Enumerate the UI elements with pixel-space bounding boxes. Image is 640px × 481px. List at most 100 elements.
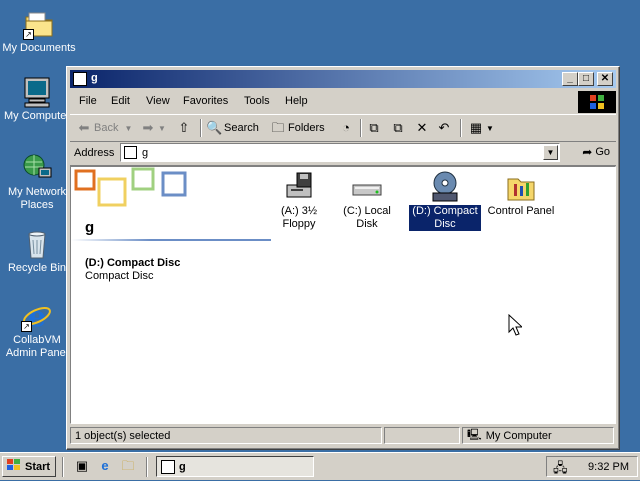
desktop-icon-collabvm-admin[interactable]: e ↗ CollabVM Admin Panel: [0, 300, 75, 360]
windows-flag-icon: [6, 458, 22, 475]
move-to-button[interactable]: ⧉: [366, 120, 382, 136]
folder-icon: ↗: [23, 8, 55, 40]
item-floppy-drive[interactable]: (A:) 3½ Floppy: [263, 171, 335, 231]
item-label: (C:) Local Disk: [343, 205, 391, 230]
item-compact-disc[interactable]: (D:) Compact Disc: [408, 171, 482, 232]
item-label: Control Panel: [487, 205, 555, 217]
close-button[interactable]: ✕: [597, 72, 613, 86]
standard-toolbar: ⬅ Back ▼ ➡ ▼ ⇧ 🔍 Search 🗀 Folders ◔ ⧉ ⧉: [70, 114, 616, 142]
explorer-folder-icon[interactable]: 🗀: [120, 458, 136, 474]
clock[interactable]: 9:32 PM: [588, 461, 629, 473]
menu-file[interactable]: File: [79, 95, 97, 107]
folder-banner-graphic: [71, 167, 191, 220]
move-to-icon: ⧉: [369, 120, 379, 135]
menu-bar: File Edit View Favorites Tools Help: [70, 90, 616, 112]
folder-up-icon: ⇧: [178, 120, 190, 135]
folder-window-icon: [161, 459, 175, 474]
status-selection-count: 1 object(s) selected: [70, 427, 382, 444]
menu-help[interactable]: Help: [285, 95, 308, 107]
folder-title: g: [85, 219, 95, 236]
menu-tools[interactable]: Tools: [244, 95, 270, 107]
status-zone: 🖳 My Computer: [462, 427, 614, 444]
address-bar: Address g ▼ ➦ Go: [70, 141, 616, 166]
folder-content-pane[interactable]: g (D:) Compact Disc Compact Disc (A:) 3½…: [70, 166, 616, 424]
shortcut-arrow-icon: ↗: [21, 321, 32, 332]
window-title: g: [91, 72, 98, 84]
desktop-icon-label: Recycle Bin: [7, 262, 67, 274]
item-local-disk[interactable]: (C:) Local Disk: [331, 171, 403, 231]
control-panel-icon: [505, 171, 537, 203]
chevron-down-icon: ▼: [124, 123, 133, 133]
search-icon: 🔍: [206, 120, 223, 135]
taskbar: Start ▣ e 🗀 g 🖧 9:32 PM: [0, 452, 640, 480]
toolbar-separator: [360, 119, 362, 137]
taskbar-window-button[interactable]: g: [156, 456, 314, 477]
menu-edit[interactable]: Edit: [111, 95, 130, 107]
hard-disk-icon: [351, 171, 383, 203]
menu-view[interactable]: View: [146, 95, 170, 107]
desktop-icon-label: My Network Places: [7, 186, 67, 211]
desktop-icon-my-documents[interactable]: ↗ My Documents: [1, 8, 77, 55]
go-button[interactable]: ➦ Go: [582, 145, 610, 159]
delete-button[interactable]: ✕: [414, 120, 430, 136]
title-divider: [71, 239, 271, 241]
address-dropdown-button[interactable]: ▼: [543, 145, 558, 160]
toolbar-separator: [146, 457, 148, 477]
minimize-button[interactable]: _: [562, 72, 578, 86]
internet-explorer-icon: e ↗: [21, 300, 53, 333]
delete-x-icon: ✕: [416, 120, 428, 135]
cd-drive-icon: [429, 171, 461, 203]
item-control-panel[interactable]: Control Panel: [485, 171, 557, 218]
toolbar-separator: [460, 119, 462, 137]
forward-button[interactable]: ➡ ▼: [140, 120, 166, 136]
folders-button[interactable]: 🗀 Folders: [270, 120, 324, 136]
desktop-icon-label: My Computer: [3, 110, 71, 122]
windows-logo-icon: [578, 91, 616, 113]
undo-button[interactable]: ↶: [436, 120, 452, 136]
copy-to-icon: ⧉: [393, 120, 403, 135]
back-arrow-icon: ⬅: [78, 120, 90, 135]
history-button[interactable]: ◔: [338, 120, 354, 136]
views-grid-icon: ▦: [469, 120, 483, 135]
desktop-icon-label: My Documents: [2, 42, 76, 54]
desktop-icon-recycle-bin[interactable]: Recycle Bin: [0, 228, 75, 275]
status-bar: 1 object(s) selected 🖳 My Computer: [70, 427, 616, 445]
address-input[interactable]: g ▼: [120, 143, 560, 162]
recycle-bin-icon: [21, 228, 53, 260]
system-tray: 🖧 9:32 PM: [546, 456, 638, 477]
desktop-icon-network-places[interactable]: My Network Places: [0, 152, 75, 212]
toolbar-separator: [200, 119, 202, 137]
selected-item-type: Compact Disc: [85, 270, 154, 282]
start-button[interactable]: Start: [2, 456, 56, 477]
item-label: (D:) Compact Disc: [408, 204, 482, 232]
address-value: g: [142, 147, 149, 159]
shortcut-arrow-icon: ↗: [23, 29, 34, 40]
item-label: (A:) 3½ Floppy: [280, 205, 318, 230]
copy-to-button[interactable]: ⧉: [390, 120, 406, 136]
undo-icon: ↶: [438, 120, 450, 135]
desktop-icon-my-computer[interactable]: My Computer: [0, 76, 75, 123]
chevron-down-icon: ▼: [158, 123, 166, 133]
title-bar[interactable]: g _ □ ✕: [70, 70, 616, 88]
back-button[interactable]: ⬅ Back ▼: [76, 120, 133, 136]
search-button[interactable]: 🔍 Search: [206, 120, 259, 136]
computer-icon: [21, 76, 53, 108]
address-label: Address: [74, 147, 115, 159]
folder-window-icon: [73, 72, 87, 86]
menu-favorites[interactable]: Favorites: [183, 95, 228, 107]
selected-item-name: (D:) Compact Disc: [85, 257, 181, 269]
maximize-button[interactable]: □: [578, 72, 594, 86]
show-desktop-icon[interactable]: ▣: [74, 458, 90, 474]
history-icon: ◔: [342, 120, 350, 135]
network-globe-icon: [21, 152, 53, 184]
floppy-drive-icon: [283, 171, 315, 203]
views-button[interactable]: ▦ ▼: [468, 120, 494, 136]
chevron-down-icon: ▼: [486, 123, 494, 133]
status-spacer: [384, 427, 460, 444]
toolbar-separator: [62, 457, 64, 477]
network-tray-icon[interactable]: 🖧: [553, 459, 568, 481]
folders-icon: 🗀: [271, 120, 285, 135]
mouse-cursor-icon: [508, 313, 524, 339]
internet-explorer-icon[interactable]: e: [97, 458, 113, 474]
up-button[interactable]: ⇧: [176, 120, 192, 136]
